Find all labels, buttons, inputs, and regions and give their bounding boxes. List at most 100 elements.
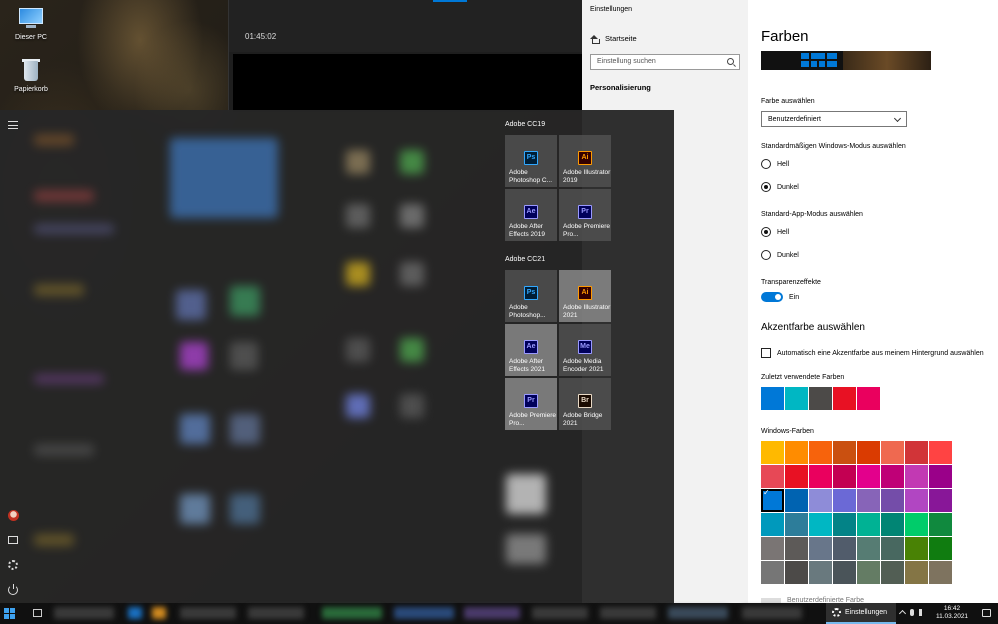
app-tile[interactable]: Ai Adobe Illustrator 2019 <box>559 135 611 187</box>
color-swatch[interactable] <box>809 465 832 488</box>
color-swatch[interactable] <box>833 537 856 560</box>
color-swatch[interactable] <box>857 387 880 410</box>
app-tile[interactable]: Pr Adobe Premiere Pro... <box>559 189 611 241</box>
color-swatch[interactable] <box>905 513 928 536</box>
settings-button[interactable] <box>6 558 20 572</box>
color-swatch[interactable] <box>785 441 808 464</box>
color-swatch[interactable] <box>881 513 904 536</box>
color-swatch[interactable] <box>809 537 832 560</box>
nav-home-link[interactable]: Startseite <box>590 34 637 44</box>
color-swatch[interactable] <box>809 489 832 512</box>
color-swatch[interactable] <box>905 489 928 512</box>
tile-group-title[interactable]: Adobe CC19 <box>505 121 545 128</box>
app-tile[interactable]: Ps Adobe Photoshop... <box>505 270 557 322</box>
settings-search-input[interactable]: Einstellung suchen <box>590 54 740 70</box>
documents-button[interactable] <box>6 533 20 547</box>
color-swatch[interactable] <box>833 561 856 584</box>
color-swatch[interactable] <box>761 387 784 410</box>
desktop-icon-recycle-bin[interactable]: Papierkorb <box>1 58 61 93</box>
color-swatch[interactable] <box>809 513 832 536</box>
color-swatch[interactable] <box>857 441 880 464</box>
color-swatch[interactable] <box>833 387 856 410</box>
taskbar-settings-app[interactable]: Einstellungen <box>826 603 896 624</box>
radio-label: Dunkel <box>777 251 799 259</box>
user-account-button[interactable] <box>6 508 20 522</box>
app-tile[interactable]: Ps Adobe Photoshop C... <box>505 135 557 187</box>
color-swatch[interactable] <box>785 489 808 512</box>
task-view-icon[interactable] <box>33 609 42 617</box>
expand-menu-button[interactable] <box>6 118 20 132</box>
transparency-label: Transparenzeffekte <box>761 279 821 286</box>
transparency-toggle[interactable]: Ein <box>761 292 799 302</box>
color-swatch[interactable] <box>881 465 904 488</box>
app-tile[interactable]: Ae Adobe After Effects 2019 <box>505 189 557 241</box>
color-swatch[interactable] <box>785 387 808 410</box>
color-swatch[interactable] <box>809 441 832 464</box>
color-swatch[interactable] <box>881 561 904 584</box>
color-swatch[interactable] <box>881 537 904 560</box>
app-tile-label: Adobe Photoshop... <box>509 304 546 319</box>
color-swatch[interactable] <box>929 465 952 488</box>
app-mode-light-radio[interactable]: Hell <box>761 227 789 237</box>
color-swatch[interactable] <box>785 513 808 536</box>
auto-accent-checkbox[interactable]: Automatisch eine Akzentfarbe aus meinem … <box>761 348 984 358</box>
recent-colors <box>761 387 880 410</box>
color-swatch[interactable] <box>929 513 952 536</box>
nav-section-personalization[interactable]: Personalisierung <box>590 83 651 92</box>
color-swatch[interactable] <box>809 561 832 584</box>
notification-icon[interactable] <box>982 609 991 617</box>
after-effects-icon: Ae <box>524 340 538 354</box>
color-swatch[interactable] <box>785 561 808 584</box>
color-swatch[interactable] <box>881 489 904 512</box>
color-swatch[interactable] <box>833 441 856 464</box>
app-mode-dark-radio[interactable]: Dunkel <box>761 250 799 260</box>
color-swatch[interactable] <box>761 537 784 560</box>
color-swatch[interactable] <box>857 537 880 560</box>
color-swatch[interactable] <box>761 513 784 536</box>
color-swatch[interactable] <box>905 441 928 464</box>
windows-mode-light-radio[interactable]: Hell <box>761 159 789 169</box>
color-swatch[interactable] <box>857 561 880 584</box>
color-swatch[interactable] <box>857 489 880 512</box>
color-swatch[interactable] <box>809 387 832 410</box>
app-tile[interactable]: Pr Adobe Premiere Pro... <box>505 378 557 430</box>
taskbar-clock[interactable]: 16:42 11.03.2021 <box>936 605 968 621</box>
color-swatch[interactable] <box>833 489 856 512</box>
app-tile[interactable]: Me Adobe Media Encoder 2021 <box>559 324 611 376</box>
color-swatch[interactable] <box>833 513 856 536</box>
power-button[interactable] <box>6 583 20 597</box>
app-tile[interactable]: Br Adobe Bridge 2021 <box>559 378 611 430</box>
color-mode-dropdown[interactable]: Benutzerdefiniert <box>761 111 907 127</box>
color-swatch[interactable] <box>761 441 784 464</box>
color-swatch[interactable] <box>857 513 880 536</box>
color-swatch[interactable] <box>929 537 952 560</box>
color-swatch[interactable] <box>761 561 784 584</box>
color-swatch[interactable] <box>905 561 928 584</box>
premiere-icon: Pr <box>524 394 538 408</box>
microphone-icon[interactable] <box>910 608 914 616</box>
color-swatch-selected[interactable] <box>761 488 784 512</box>
color-swatch[interactable] <box>857 465 880 488</box>
color-swatch[interactable] <box>905 465 928 488</box>
start-button[interactable] <box>4 608 16 619</box>
desktop-icon-this-pc[interactable]: Dieser PC <box>1 6 61 41</box>
color-swatch[interactable] <box>785 537 808 560</box>
color-swatch[interactable] <box>833 465 856 488</box>
color-swatch[interactable] <box>929 489 952 512</box>
media-video-area[interactable] <box>233 54 582 112</box>
color-swatch[interactable] <box>881 441 904 464</box>
chevron-up-icon[interactable] <box>898 609 907 618</box>
color-swatch[interactable] <box>929 441 952 464</box>
color-swatch[interactable] <box>905 537 928 560</box>
speaker-icon[interactable] <box>919 608 926 616</box>
app-tile[interactable]: Ae Adobe After Effects 2021 <box>505 324 557 376</box>
app-tile[interactable]: Ai Adobe Illustrator 2021 <box>559 270 611 322</box>
color-swatch[interactable] <box>785 465 808 488</box>
tile-group-title[interactable]: Adobe CC21 <box>505 256 545 263</box>
toggle-switch-on <box>761 292 783 302</box>
accent-section-title: Akzentfarbe auswählen <box>761 322 865 333</box>
color-swatch[interactable] <box>761 465 784 488</box>
media-encoder-icon: Me <box>578 340 592 354</box>
color-swatch[interactable] <box>929 561 952 584</box>
windows-mode-dark-radio[interactable]: Dunkel <box>761 182 799 192</box>
